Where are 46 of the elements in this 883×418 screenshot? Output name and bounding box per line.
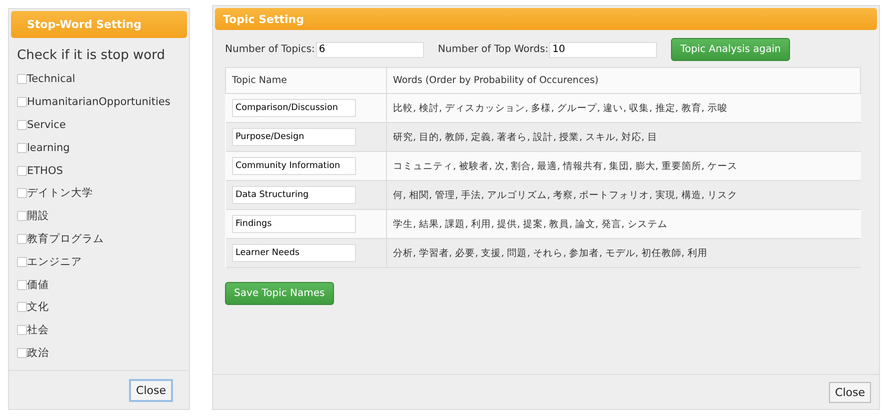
checkbox[interactable] bbox=[17, 142, 27, 153]
checkbox-label: 政治 bbox=[27, 346, 49, 360]
checkbox-label: HumanitarianOpportunities bbox=[27, 96, 170, 108]
checkbox-label: Technical bbox=[27, 73, 76, 86]
checkbox-label: エンジニア bbox=[27, 254, 82, 269]
checkbox[interactable] bbox=[17, 74, 27, 84]
checkbox-label: 価値 bbox=[27, 278, 49, 292]
input-field[interactable]: 6 bbox=[316, 42, 424, 58]
checkbox[interactable] bbox=[17, 166, 27, 176]
checkbox-label: 文化 bbox=[27, 300, 49, 314]
column-header: Words (Order by Probability of Occurences) bbox=[386, 68, 860, 94]
dialog-title: Topic Setting bbox=[215, 8, 877, 30]
table-cell: 何, 相関, 管理, 手法, アルゴリズム, 考察, ポートフォリオ, 実現, 構造, リスク bbox=[386, 180, 860, 210]
checkbox[interactable] bbox=[17, 256, 27, 267]
topic-name-field[interactable]: Findings bbox=[232, 215, 356, 233]
checkbox[interactable] bbox=[17, 302, 27, 312]
field-label: Number of Topics: bbox=[225, 44, 315, 55]
field-label: Number of Top Words: bbox=[438, 44, 548, 55]
topic-name-field[interactable]: Data Structuring bbox=[232, 186, 356, 204]
close-button[interactable]: Close bbox=[829, 382, 871, 402]
checkbox[interactable] bbox=[17, 348, 27, 358]
checkbox[interactable] bbox=[17, 234, 27, 244]
table-cell: 分析, 学習者, 必要, 支援, 問題, それら, 参加者, モデル, 初任教師, 利用 bbox=[386, 238, 860, 268]
checkbox-label: 教育プログラム bbox=[27, 232, 104, 246]
checkbox[interactable] bbox=[17, 325, 27, 336]
topic-name-field[interactable]: Community Information bbox=[232, 157, 356, 175]
checkbox-label: 社会 bbox=[27, 323, 49, 338]
checkbox[interactable] bbox=[17, 280, 27, 290]
input-field[interactable]: 10 bbox=[549, 42, 658, 58]
topic-name-field[interactable]: Purpose/Design bbox=[232, 128, 356, 146]
topic-name-field[interactable]: Learner Needs bbox=[232, 244, 356, 262]
checkbox[interactable] bbox=[17, 211, 27, 222]
checkbox-label: Service bbox=[27, 118, 66, 131]
dialog-heading: Check if it is stop word bbox=[17, 48, 166, 63]
close-button[interactable]: Close bbox=[129, 378, 173, 402]
checkbox-label: learning bbox=[27, 142, 70, 154]
dialog-title: Stop-Word Setting bbox=[11, 11, 187, 38]
checkbox[interactable] bbox=[17, 120, 27, 130]
checkbox[interactable] bbox=[17, 97, 27, 108]
checkbox-label: ETHOS bbox=[27, 164, 63, 177]
checkbox-label: 開設 bbox=[27, 209, 49, 224]
table-cell: 研究, 目的, 教師, 定義, 著者ら, 設計, 授業, スキル, 対応, 目 bbox=[386, 122, 860, 152]
checkbox-label: デイトン大学 bbox=[27, 186, 93, 200]
topic-name-field[interactable]: Comparison/Discussion bbox=[232, 99, 356, 117]
checkbox[interactable] bbox=[17, 188, 27, 198]
column-header: Topic Name bbox=[226, 68, 386, 94]
